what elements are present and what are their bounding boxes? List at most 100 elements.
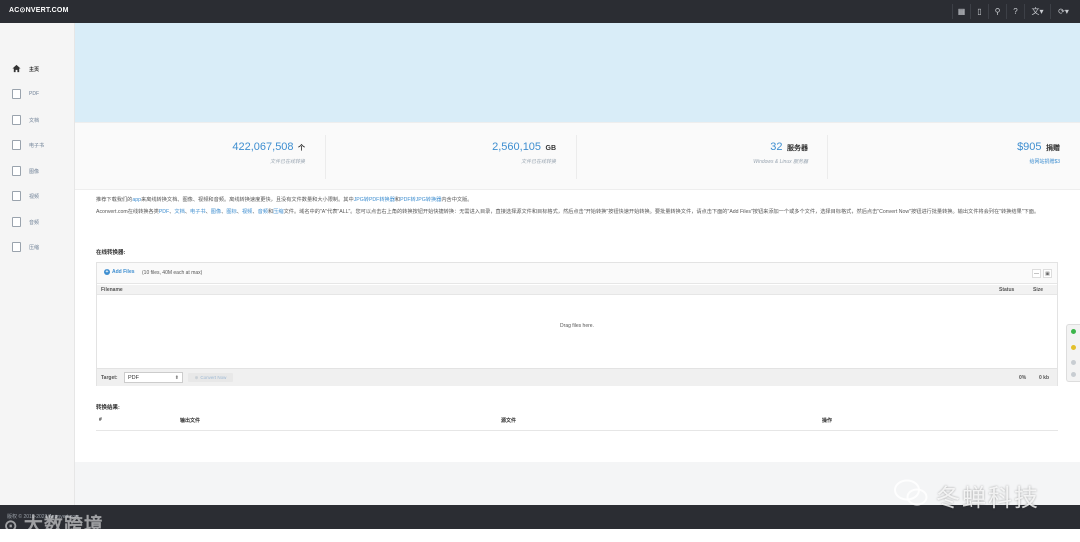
site-logo[interactable]: AC⊙NVERT.COM bbox=[9, 6, 69, 14]
column-status: Status bbox=[999, 287, 1015, 293]
search-icon[interactable]: ⚲ bbox=[988, 4, 1006, 19]
video-link[interactable]: 视频 bbox=[242, 209, 252, 215]
watermark-left: ⊙ 大数跨境 bbox=[4, 510, 104, 537]
sidebar-item-video[interactable]: 视频 bbox=[12, 189, 39, 203]
sidebar-item-archive[interactable]: 压缩 bbox=[12, 240, 39, 254]
add-files-label: Add Files bbox=[112, 269, 135, 275]
stat-donation[interactable]: $905 捐赠 给网站捐赠$3 bbox=[830, 137, 1060, 165]
grid-icon[interactable]: ▦ bbox=[952, 4, 970, 19]
stat-caption: 文件已在线转换 bbox=[269, 159, 305, 165]
audio-icon bbox=[12, 217, 21, 227]
target-label: Target: bbox=[101, 375, 118, 381]
stat-unit: 个 bbox=[298, 145, 305, 152]
sidebar-item-home[interactable]: 主页 bbox=[12, 62, 39, 76]
target-format-select[interactable]: PDF ⬍ bbox=[124, 372, 183, 383]
intro-text: Aconvert.com在线转换各类 bbox=[96, 209, 159, 215]
list-view-icon[interactable]: — bbox=[1032, 269, 1041, 278]
sidebar: 主页 PDF 文档 电子书 图像 视频 音频 压缩 bbox=[0, 23, 75, 505]
archive-link[interactable]: 压缩 bbox=[273, 209, 283, 215]
chevron-down-icon: ⬍ bbox=[174, 375, 179, 381]
column-action: 操作 bbox=[822, 418, 833, 424]
column-filename: Filename bbox=[101, 287, 123, 293]
ebook-link[interactable]: 电子书 bbox=[190, 209, 206, 215]
stat-value: 32 bbox=[770, 141, 783, 153]
file-uploader: + Add Files (10 files, 40M each at max) … bbox=[96, 262, 1058, 386]
watermark-left-text: 大数跨境 bbox=[23, 515, 104, 536]
yellow-dot-icon[interactable] bbox=[1071, 345, 1076, 350]
progress-percent: 0% bbox=[1019, 375, 1027, 381]
convert-now-label: Convert Now bbox=[200, 375, 227, 380]
pdf-link[interactable]: PDF bbox=[159, 209, 169, 215]
convert-icon: ⊕ bbox=[194, 374, 199, 380]
thumbnail-view-icon[interactable]: ▣ bbox=[1043, 269, 1052, 278]
stat-value: $905 bbox=[1017, 141, 1042, 153]
archive-icon bbox=[12, 242, 21, 252]
total-size: 0 kb bbox=[1039, 375, 1050, 381]
app-link[interactable]: app bbox=[132, 197, 141, 203]
watermark-logo-icon: ⊙ bbox=[4, 518, 24, 535]
convert-now-button[interactable]: ⊕ Convert Now bbox=[188, 373, 233, 382]
plus-icon: + bbox=[104, 269, 110, 275]
home-icon bbox=[12, 64, 21, 74]
help-icon[interactable]: ? bbox=[1006, 4, 1024, 19]
pdf-to-jpg-link[interactable]: PDF转JPG转换器 bbox=[400, 197, 441, 203]
footer: 版权 © 2010-2023 Aconvert.com bbox=[0, 505, 1080, 529]
intro-text: 文件。域名中的"A"代表"ALL"。您可以点击右上角的转换按钮开始快捷转换：无需… bbox=[283, 209, 1040, 215]
column-output-file: 输出文件 bbox=[180, 418, 201, 424]
image-link[interactable]: 图像 bbox=[211, 209, 221, 215]
refresh-icon[interactable]: ⟳▾ bbox=[1050, 4, 1076, 19]
stats-bar: 422,067,508 个 文件已在线转换 2,560,105 GB 文件已在线… bbox=[75, 122, 1080, 190]
jpg-to-pdf-link[interactable]: JPG转PDF转换器 bbox=[354, 197, 395, 203]
sidebar-item-image[interactable]: 图像 bbox=[12, 164, 39, 178]
results-table-header: # 输出文件 源文件 操作 bbox=[96, 414, 1058, 431]
sidebar-item-label: 图像 bbox=[29, 168, 40, 175]
sidebar-item-ebook[interactable]: 电子书 bbox=[12, 138, 44, 152]
icon-link[interactable]: 图标 bbox=[226, 209, 236, 215]
tablet-icon[interactable]: ▯ bbox=[970, 4, 988, 19]
hero-banner bbox=[75, 23, 1080, 122]
intro-line-1: 推荐下载我们的app来离线转换文档、图像、视频和音频。离线转换速度更快，且没有文… bbox=[96, 196, 1056, 204]
sidebar-item-label: 主页 bbox=[29, 66, 40, 73]
document-icon bbox=[12, 115, 21, 125]
results-title: 转换结果: bbox=[96, 405, 120, 411]
more-dot-icon[interactable] bbox=[1071, 372, 1076, 377]
language-icon[interactable]: 文▾ bbox=[1024, 4, 1050, 19]
column-source-file: 源文件 bbox=[501, 418, 517, 424]
image-icon bbox=[12, 166, 21, 176]
sidebar-item-label: 压缩 bbox=[29, 244, 40, 251]
intro-text: 推荐下载我们的 bbox=[96, 197, 133, 203]
sidebar-item-label: PDF bbox=[29, 91, 39, 97]
add-files-button[interactable]: + Add Files bbox=[104, 269, 135, 275]
sidebar-item-pdf[interactable]: PDF bbox=[12, 87, 39, 101]
audio-link[interactable]: 音频 bbox=[258, 209, 268, 215]
video-icon bbox=[12, 191, 21, 201]
page-bottom bbox=[0, 529, 1080, 542]
sidebar-item-audio[interactable]: 音频 bbox=[12, 215, 39, 229]
stat-unit: GB bbox=[545, 145, 557, 152]
stat-files-converted: 422,067,508 个 文件已在线转换 bbox=[75, 137, 305, 165]
top-navbar: AC⊙NVERT.COM ▦ ▯ ⚲ ? 文▾ ⟳▾ bbox=[0, 0, 1080, 23]
sidebar-item-label: 电子书 bbox=[29, 142, 45, 149]
sidebar-item-label: 文档 bbox=[29, 117, 40, 124]
stat-divider bbox=[576, 135, 577, 179]
drop-zone-text[interactable]: Drag files here. bbox=[97, 323, 1057, 329]
intro-text: 内含中文版。 bbox=[441, 197, 473, 203]
stat-unit: 捐赠 bbox=[1046, 145, 1060, 152]
ebook-icon bbox=[12, 140, 21, 150]
column-index: # bbox=[99, 417, 102, 423]
green-dot-icon[interactable] bbox=[1071, 329, 1076, 334]
sidebar-item-document[interactable]: 文档 bbox=[12, 113, 39, 127]
column-size: Size bbox=[1033, 287, 1044, 293]
settings-dot-icon[interactable] bbox=[1071, 360, 1076, 365]
floating-toolbar[interactable] bbox=[1066, 324, 1080, 382]
file-table-header: Filename Status Size bbox=[97, 285, 1057, 295]
sidebar-item-label: 音频 bbox=[29, 219, 40, 226]
stat-value: 422,067,508 bbox=[232, 141, 294, 153]
main-content: 422,067,508 个 文件已在线转换 2,560,105 GB 文件已在线… bbox=[75, 23, 1080, 462]
stat-divider bbox=[827, 135, 828, 179]
intro-text: 来离线转换文档、图像、视频和音频。离线转换速度更快，且没有文件数量和大小限制。其… bbox=[140, 197, 354, 203]
stat-caption[interactable]: 给网站捐赠$3 bbox=[830, 158, 1060, 165]
target-format-value: PDF bbox=[128, 375, 139, 381]
document-link[interactable]: 文档 bbox=[174, 209, 184, 215]
uploader-footer: Target: PDF ⬍ ⊕ Convert Now 0% 0 kb bbox=[97, 368, 1057, 386]
